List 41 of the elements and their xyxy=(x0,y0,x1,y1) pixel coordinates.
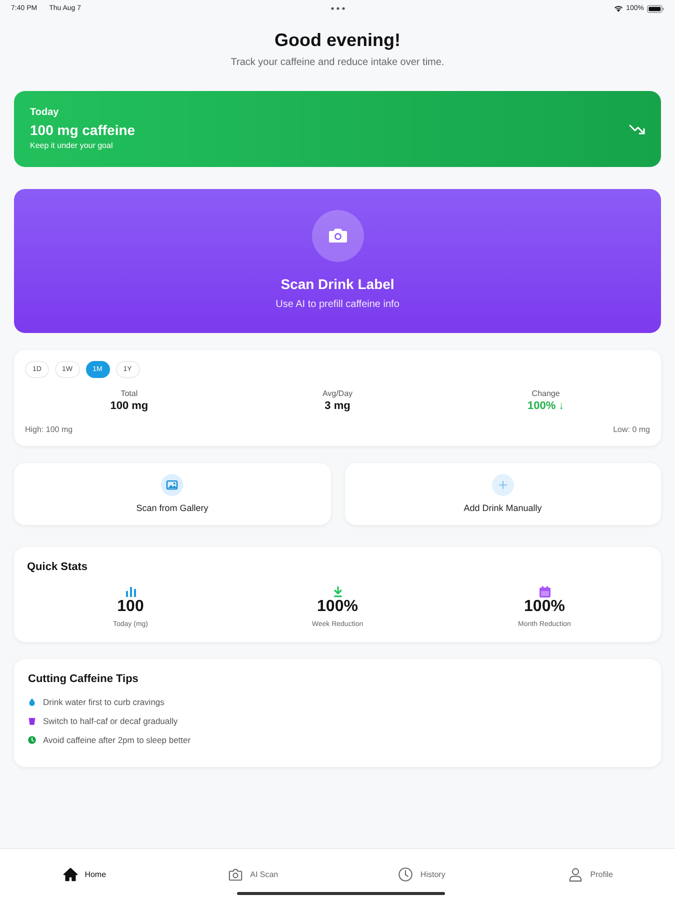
scan-drink-card[interactable]: Scan Drink Label Use AI to prefill caffeine info xyxy=(14,189,661,333)
add-drink-button[interactable]: Add Drink Manually xyxy=(344,463,661,525)
stat-value: 3 mg xyxy=(324,400,350,413)
tip-text: Avoid caffeine after 2pm to sleep better xyxy=(43,734,191,744)
today-label: Today xyxy=(30,107,59,119)
tab-item[interactable]: History xyxy=(394,865,450,884)
tab-item[interactable]: AI Scan xyxy=(224,865,282,884)
quick-stat-value: 100 xyxy=(117,598,144,616)
stat-label: Change xyxy=(532,389,560,399)
battery-icon xyxy=(647,4,664,12)
quick-stat-value: 100% xyxy=(524,598,565,616)
high-value: High: 100 mg xyxy=(25,425,73,435)
plus-icon xyxy=(492,474,514,496)
person-icon xyxy=(568,867,584,882)
stat-value: 100% ↓ xyxy=(527,400,564,413)
stat-label: Avg/Day xyxy=(322,389,353,399)
scan-subtitle: Use AI to prefill caffeine info xyxy=(276,299,400,311)
low-value: Low: 0 mg xyxy=(613,425,650,435)
dots-icon[interactable] xyxy=(330,7,344,10)
trend-down-icon xyxy=(629,124,645,134)
clock-icon xyxy=(398,867,414,882)
image-icon xyxy=(161,474,184,496)
quick-stats-title: Quick Stats xyxy=(27,560,89,574)
greeting-subtitle: Track your caffeine and reduce intake over time. xyxy=(230,57,444,69)
stat-value: 100 mg xyxy=(110,400,148,413)
stat-label: Total xyxy=(120,389,138,399)
house-icon xyxy=(62,867,78,882)
tab-item[interactable]: Profile xyxy=(564,865,617,884)
tab-item[interactable]: Home xyxy=(58,865,110,884)
scan-gallery-button[interactable]: Scan from Gallery xyxy=(14,463,330,525)
camera-icon xyxy=(312,210,364,262)
tip-text: Switch to half-caf or decaf gradually xyxy=(43,716,178,726)
camera-icon xyxy=(228,867,244,882)
quick-stat-value: 100% xyxy=(317,598,358,616)
greeting-title: Good evening! xyxy=(274,29,400,51)
wifi-icon xyxy=(614,5,624,12)
today-note: Keep it under your goal xyxy=(30,141,113,151)
scan-title: Scan Drink Label xyxy=(280,276,394,292)
today-amount: 100 mg caffeine xyxy=(30,122,136,139)
tip-text: Drink water first to curb cravings xyxy=(43,696,164,706)
tips-title: Cutting Caffeine Tips xyxy=(28,672,140,686)
